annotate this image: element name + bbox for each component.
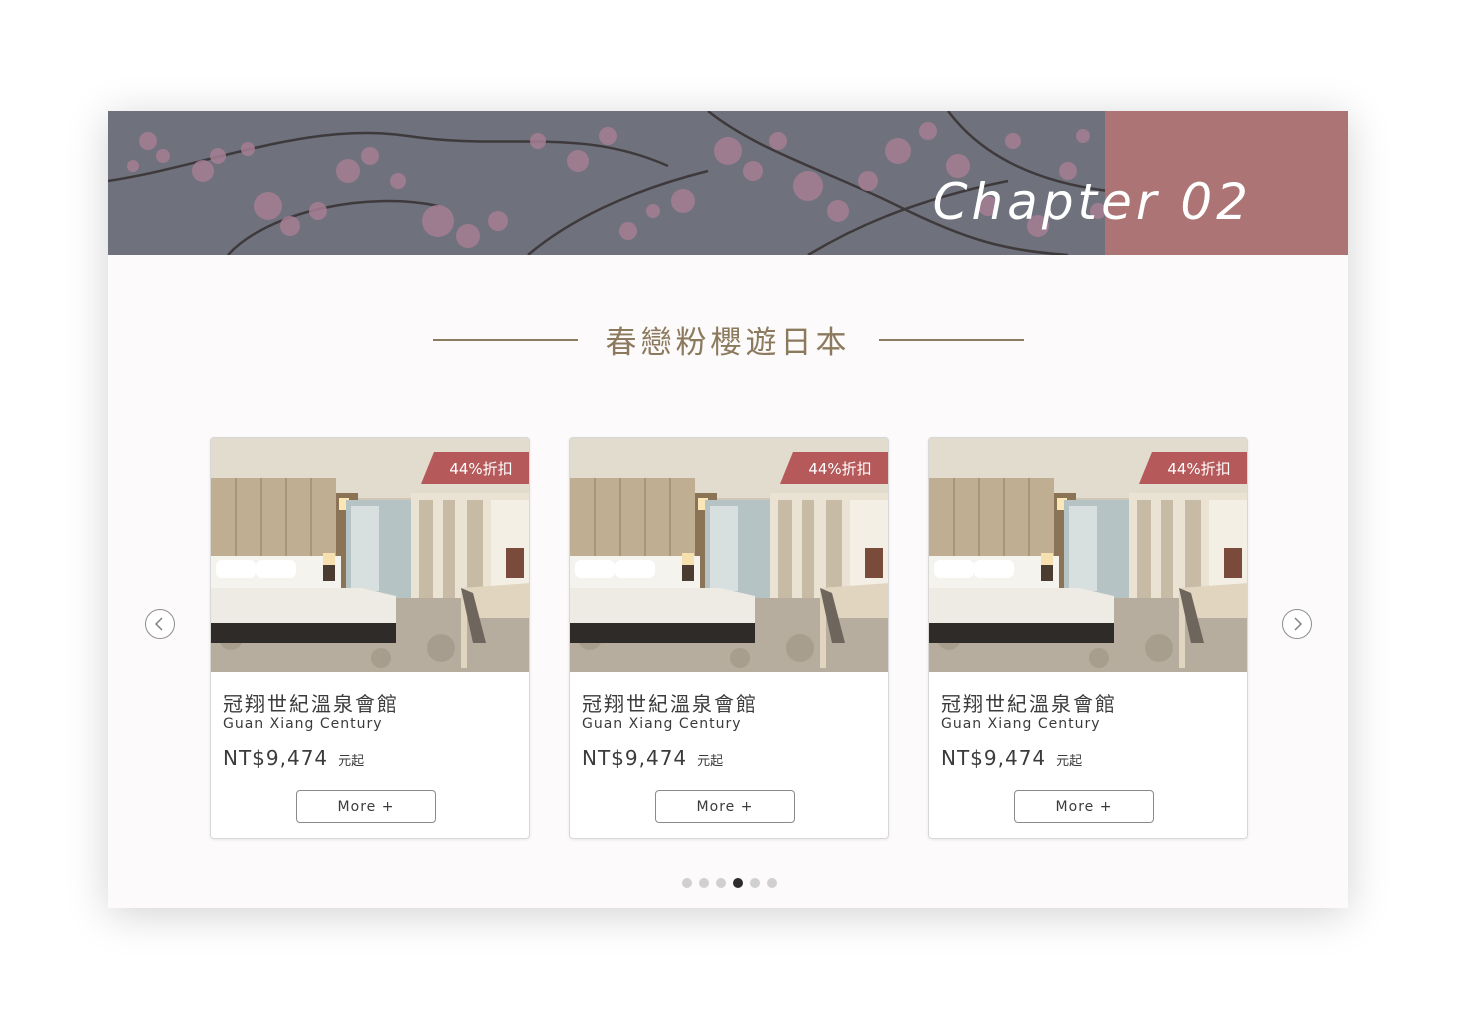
pagination-dot[interactable] — [699, 878, 709, 888]
discount-badge: 44%折扣 — [780, 452, 888, 484]
price-amount: NT$9,474 — [582, 746, 688, 770]
section-title-text: 春戀粉櫻遊日本 — [605, 325, 851, 361]
chevron-left-icon — [155, 617, 163, 631]
price-row: NT$9,474 元起 — [941, 746, 1082, 770]
price-suffix: 元起 — [697, 754, 724, 769]
hotel-name-en: Guan Xiang Century — [941, 716, 1101, 732]
hotel-card[interactable]: 44%折扣 冠翔世紀溫泉會館 Guan Xiang Century NT$9,4… — [569, 437, 889, 839]
price-row: NT$9,474 元起 — [223, 746, 364, 770]
price-suffix: 元起 — [1056, 754, 1083, 769]
pagination-dot[interactable] — [716, 878, 726, 888]
carousel-prev-button[interactable] — [145, 609, 175, 639]
chevron-right-icon — [1294, 617, 1302, 631]
chapter-title: Chapter 02 — [932, 173, 1252, 231]
price-suffix: 元起 — [338, 754, 365, 769]
hotel-name-en: Guan Xiang Century — [223, 716, 383, 732]
hotel-card[interactable]: 44%折扣 冠翔世紀溫泉會館 Guan Xiang Century NT$9,4… — [210, 437, 530, 839]
hotel-name-zh: 冠翔世紀溫泉會館 — [941, 692, 1117, 716]
heading-divider-right — [878, 338, 1024, 341]
more-button[interactable]: More + — [1014, 790, 1154, 823]
pagination-dot[interactable] — [733, 878, 743, 888]
hotel-name-en: Guan Xiang Century — [582, 716, 742, 732]
carousel-pagination — [682, 878, 777, 888]
promo-panel: Chapter 02 春戀粉櫻遊日本 44%折扣 冠翔世紀溫泉會館 Guan X… — [108, 111, 1348, 908]
price-amount: NT$9,474 — [223, 746, 329, 770]
pagination-dot[interactable] — [767, 878, 777, 888]
discount-badge: 44%折扣 — [421, 452, 529, 484]
price-row: NT$9,474 元起 — [582, 746, 723, 770]
pagination-dot[interactable] — [682, 878, 692, 888]
more-button[interactable]: More + — [296, 790, 436, 823]
more-button[interactable]: More + — [655, 790, 795, 823]
hotel-name-zh: 冠翔世紀溫泉會館 — [582, 692, 758, 716]
discount-badge: 44%折扣 — [1139, 452, 1247, 484]
heading-divider-left — [432, 338, 578, 341]
chapter-banner: Chapter 02 — [108, 111, 1348, 255]
carousel-next-button[interactable] — [1282, 609, 1312, 639]
section-heading: 春戀粉櫻遊日本 — [108, 317, 1348, 362]
hotel-card[interactable]: 44%折扣 冠翔世紀溫泉會館 Guan Xiang Century NT$9,4… — [928, 437, 1248, 839]
pagination-dot[interactable] — [750, 878, 760, 888]
hotel-name-zh: 冠翔世紀溫泉會館 — [223, 692, 399, 716]
price-amount: NT$9,474 — [941, 746, 1047, 770]
